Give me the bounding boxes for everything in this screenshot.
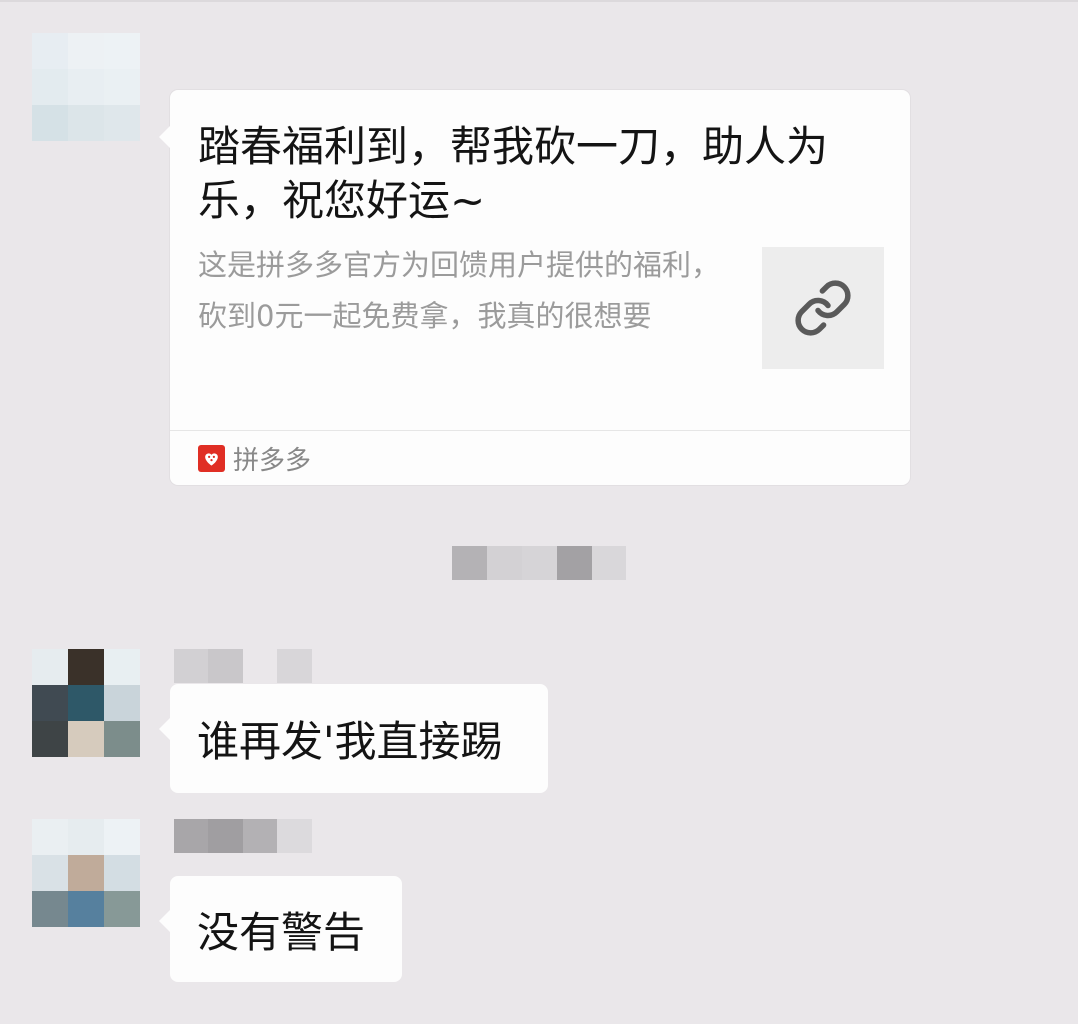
sender-avatar[interactable] — [32, 649, 140, 757]
top-divider — [0, 0, 1078, 2]
pinduoduo-logo-icon — [198, 444, 225, 472]
message-bubble[interactable]: 谁再发'我直接踢 — [159, 684, 548, 793]
sender-name-blurred — [174, 649, 312, 683]
card-source: 拼多多 — [198, 440, 311, 476]
sender-avatar[interactable] — [32, 33, 140, 141]
source-name: 拼多多 — [233, 445, 312, 476]
card-title: 踏春福利到，帮我砍一刀，助人为乐，祝您好运~ — [198, 122, 829, 225]
message-bubble[interactable]: 没有警告 — [159, 876, 402, 982]
message-text: 谁再发'我直接踢 — [197, 717, 503, 766]
sender-name-blurred — [174, 819, 312, 853]
card-description: 这是拼多多官方为回馈用户提供的福利，砍到0元一起免费拿，我真的很想要 — [198, 248, 721, 333]
card-thumbnail — [762, 247, 884, 369]
sender-avatar[interactable] — [32, 819, 140, 927]
link-card-message[interactable]: 踏春福利到，帮我砍一刀，助人为乐，祝您好运~ 这是拼多多官方为回馈用户提供的福利… — [159, 90, 910, 485]
message-text: 没有警告 — [197, 907, 366, 957]
link-icon — [795, 280, 851, 336]
card-divider — [170, 430, 910, 431]
timestamp-blurred — [452, 546, 626, 580]
